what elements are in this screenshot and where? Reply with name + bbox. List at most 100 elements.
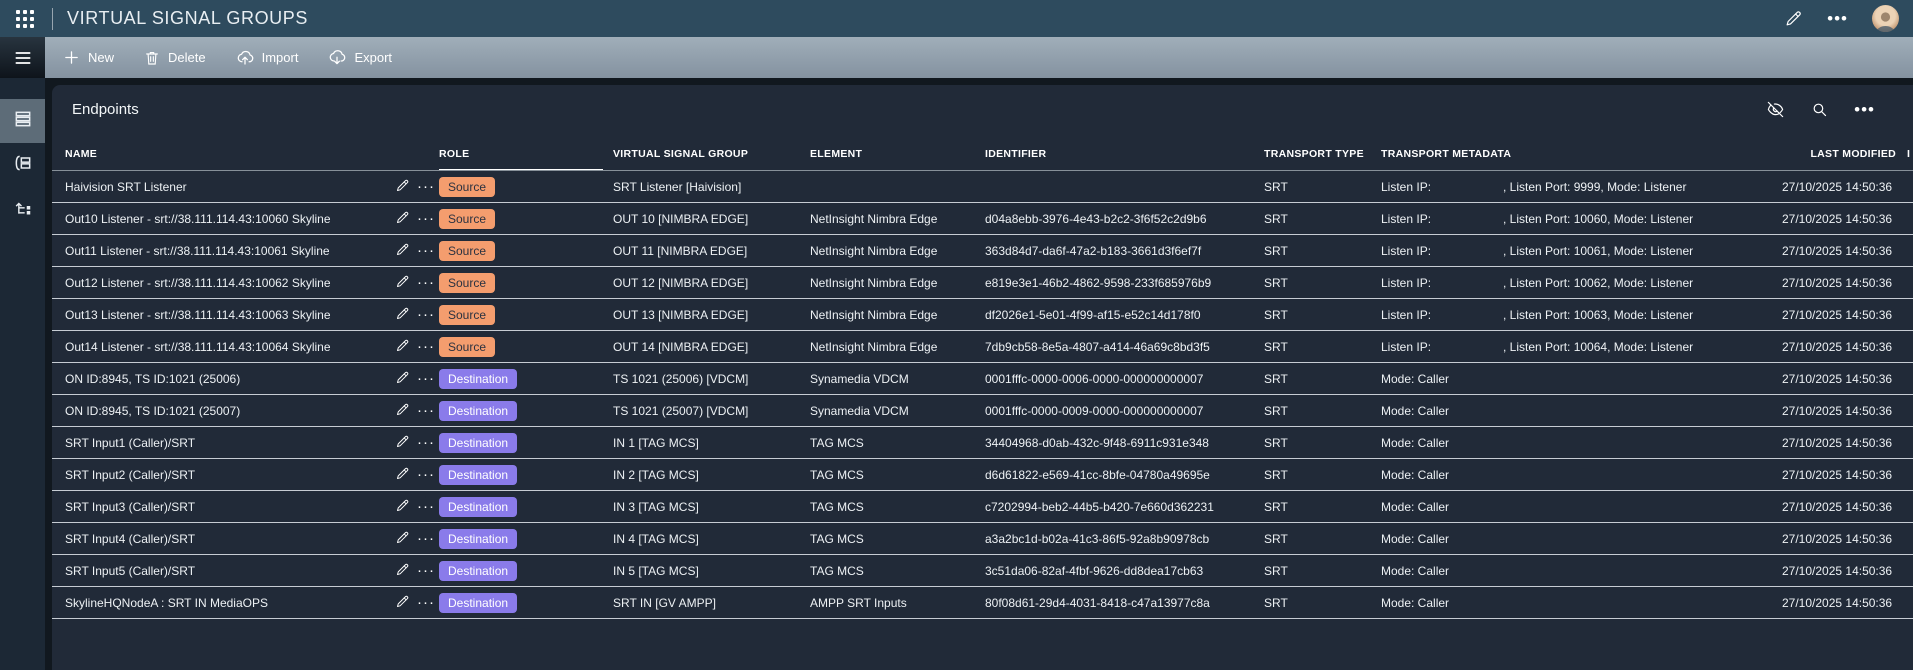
divider [52,7,53,30]
cell-transport-metadata: Mode: Caller [1381,596,1782,610]
row-edit-icon[interactable] [395,210,410,228]
more-options-icon[interactable]: ••• [1827,10,1848,27]
row-edit-icon[interactable] [395,594,410,612]
import-button[interactable]: Import [236,49,298,67]
cell-transport-type: SRT [1264,179,1288,194]
row-edit-icon[interactable] [395,562,410,580]
cell-element: Synamedia VDCM [810,403,909,418]
table-row[interactable]: SRT Input1 (Caller)/SRT ··· Destination IN … [52,427,1913,459]
cell-name: Out13 Listener - srt://38.111.114.43:100… [65,307,331,322]
cell-virtual-signal-group: IN 2 [TAG MCS] [613,467,699,482]
table-row[interactable]: SRT Input3 (Caller)/SRT ··· Destination IN … [52,491,1913,523]
column-header-transport-metadata[interactable]: TRANSPORT METADATA [1381,148,1782,160]
sidebar-item-flows[interactable] [0,187,45,231]
table-row[interactable]: Out10 Listener - srt://38.111.114.43:100… [52,203,1913,235]
row-more-icon[interactable]: ··· [417,275,435,290]
row-more-icon[interactable]: ··· [417,403,435,418]
column-header-virtual-signal-group[interactable]: VIRTUAL SIGNAL GROUP [613,148,810,160]
row-actions: ··· [395,274,439,292]
table-row[interactable]: Haivision SRT Listener ··· Source SRT Liste… [52,171,1913,203]
role-badge: Destination [439,496,518,517]
column-header-name[interactable]: NAME [65,148,439,160]
row-edit-icon[interactable] [395,370,410,388]
row-edit-icon[interactable] [395,434,410,452]
row-edit-icon[interactable] [395,530,410,548]
row-more-icon[interactable]: ··· [417,499,435,514]
table-row[interactable]: Out12 Listener - srt://38.111.114.43:100… [52,267,1913,299]
table-row[interactable]: SkylineHQNodeA : SRT IN MediaOPS ··· Desti… [52,587,1913,619]
row-actions: ··· [395,562,439,580]
row-edit-icon[interactable] [395,242,410,260]
role-badge: Destination [439,560,518,581]
cell-virtual-signal-group: SRT IN [GV AMPP] [613,595,716,610]
delete-button[interactable]: Delete [144,50,206,66]
column-header-last-modified[interactable]: LAST MODIFIED [1782,148,1898,160]
sidebar-item-groups[interactable] [0,143,45,187]
meta-label: Listen IP: [1381,339,1432,354]
row-edit-icon[interactable] [395,178,410,196]
table-row[interactable]: ON ID:8945, TS ID:1021 (25007) ··· Destina… [52,395,1913,427]
row-more-icon[interactable]: ··· [417,467,435,482]
meta-rest: , Listen Port: 10062, Mode: Listener [1503,275,1694,290]
avatar[interactable] [1872,5,1899,32]
row-edit-icon[interactable] [395,402,410,420]
cell-role: Destination [439,560,613,581]
sidebar-item-endpoints[interactable] [0,99,45,143]
table-row[interactable]: SRT Input2 (Caller)/SRT ··· Destination IN … [52,459,1913,491]
cell-element: NetInsight Nimbra Edge [810,339,938,354]
role-badge: Source [439,304,496,325]
cell-identifier: 80f08d61-29d4-4031-8418-c47a13977c8a [985,595,1210,610]
cell-transport-type: SRT [1264,531,1288,546]
cell-transport-type: SRT [1264,211,1288,226]
row-actions: ··· [395,498,439,516]
row-more-icon[interactable]: ··· [417,243,435,258]
hamburger-menu-icon[interactable] [0,37,45,78]
table-row[interactable]: SRT Input4 (Caller)/SRT ··· Destination IN … [52,523,1913,555]
eye-off-icon[interactable] [1766,100,1785,119]
row-edit-icon[interactable] [395,338,410,356]
column-header-element[interactable]: ELEMENT [810,148,985,160]
table-row[interactable]: Out14 Listener - srt://38.111.114.43:100… [52,331,1913,363]
meta-label: Listen IP: [1381,275,1432,290]
row-actions: ··· [395,178,439,196]
row-more-icon[interactable]: ··· [417,179,435,194]
cell-identifier: 34404968-d0ab-432c-9f48-6911c931e348 [985,435,1209,450]
column-header-transport-type[interactable]: TRANSPORT TYPE [1264,148,1381,160]
column-header-identifier[interactable]: IDENTIFIER [985,148,1264,160]
row-more-icon[interactable]: ··· [417,339,435,354]
page-title: VIRTUAL SIGNAL GROUPS [67,8,308,28]
new-button[interactable]: New [63,49,114,66]
top-app-bar: VIRTUAL SIGNAL GROUPS ••• [0,0,1913,37]
row-edit-icon[interactable] [395,306,410,324]
export-button[interactable]: Export [328,49,392,67]
cell-transport-type: SRT [1264,563,1288,578]
meta-rest: , Listen Port: 10061, Mode: Listener [1503,243,1694,258]
row-more-icon[interactable]: ··· [417,531,435,546]
cell-name: SRT Input3 (Caller)/SRT [65,499,196,514]
row-edit-icon[interactable] [395,498,410,516]
cell-last-modified: 27/10/2025 14:50:36 [1782,595,1893,610]
row-edit-icon[interactable] [395,466,410,484]
cell-transport-metadata: Mode: Caller [1381,564,1782,578]
cell-virtual-signal-group: SRT Listener [Haivision] [613,179,742,194]
edit-icon[interactable] [1784,9,1803,28]
cell-transport-type: SRT [1264,307,1288,322]
table-row[interactable]: ON ID:8945, TS ID:1021 (25006) ··· Destina… [52,363,1913,395]
table-row[interactable]: Out13 Listener - srt://38.111.114.43:100… [52,299,1913,331]
row-edit-icon[interactable] [395,274,410,292]
row-more-icon[interactable]: ··· [417,563,435,578]
column-header-truncated[interactable]: I [1898,148,1913,160]
row-more-icon[interactable]: ··· [417,371,435,386]
search-icon[interactable] [1811,101,1828,118]
row-more-icon[interactable]: ··· [417,307,435,322]
ellipsis-icon[interactable]: ••• [1854,101,1875,118]
table-row[interactable]: SRT Input5 (Caller)/SRT ··· Destination IN … [52,555,1913,587]
row-actions: ··· [395,338,439,356]
row-more-icon[interactable]: ··· [417,211,435,226]
row-more-icon[interactable]: ··· [417,435,435,450]
cell-role: Source [439,304,613,325]
app-launcher-icon[interactable] [10,4,40,34]
column-header-role[interactable]: ROLE [439,137,613,170]
table-row[interactable]: Out11 Listener - srt://38.111.114.43:100… [52,235,1913,267]
row-more-icon[interactable]: ··· [417,595,435,610]
